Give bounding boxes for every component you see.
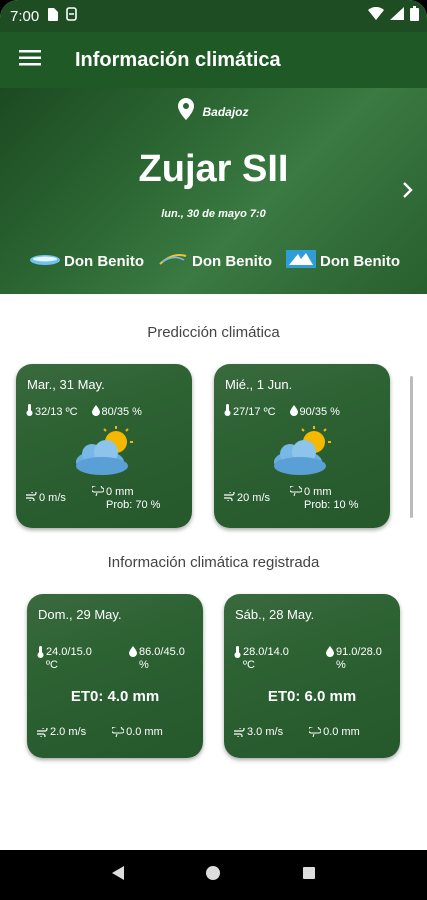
station-header: Badajoz Zujar SII lun., 30 de mayo 7:0 D… xyxy=(0,88,427,294)
registered-card[interactable]: Sáb., 28 May. 28.0/14.0 ºC 91.0/28.0 % E… xyxy=(224,594,400,758)
status-bar: 7:00 xyxy=(0,0,427,32)
forecast-probability: Prob: 70 % xyxy=(106,499,161,511)
forecast-wind: 0 m/s xyxy=(39,492,66,504)
rain-icon xyxy=(90,484,105,512)
registered-stats: 28.0/14.0 ºC 91.0/28.0 % xyxy=(234,646,394,672)
rain-icon xyxy=(112,727,125,737)
forecast-card[interactable]: Mar., 31 May. 32/13 ºC 80/35 % 0 m/s 0 m… xyxy=(16,364,192,528)
logo-label: Don Benito xyxy=(320,252,400,270)
forecast-temperature: 32/13 ºC xyxy=(35,405,78,418)
registered-date: Sáb., 28 May. xyxy=(235,607,315,622)
location-label: Badajoz xyxy=(202,104,249,119)
horizontal-scroll-indicator xyxy=(410,376,413,518)
logo-label: Don Benito xyxy=(64,252,144,270)
rain-icon xyxy=(288,484,303,512)
wind-icon xyxy=(224,490,235,504)
forecast-wind: 20 m/s xyxy=(237,492,271,504)
recents-square-icon xyxy=(302,866,316,885)
home-button[interactable] xyxy=(198,860,228,890)
hamburger-icon xyxy=(19,49,41,71)
forecast-humidity: 80/35 % xyxy=(101,405,142,418)
humidity-drop-icon xyxy=(129,646,137,660)
wind-icon xyxy=(234,727,245,737)
logo-label: Don Benito xyxy=(192,252,272,270)
forecast-card[interactable]: Mié., 1 Jun. 27/17 ºC 90/35 % 20 m/s 0 m… xyxy=(214,364,390,528)
forecast-precip: 0 mm xyxy=(106,486,134,498)
logo-item: Don Benito xyxy=(30,253,144,270)
station-name: Zujar SII xyxy=(138,148,289,190)
registered-humidity: 91.0/28.0 % xyxy=(336,646,382,671)
registered-date: Dom., 29 May. xyxy=(38,607,122,622)
signal-icon xyxy=(390,7,404,24)
back-button[interactable] xyxy=(103,860,133,890)
registered-card[interactable]: Dom., 29 May. 24.0/15.0 ºC 86.0/45.0 % E… xyxy=(27,594,203,758)
app-title: Información climática xyxy=(75,48,281,71)
sun-cloud-icon xyxy=(270,426,332,478)
storage-icon xyxy=(66,7,78,25)
registered-stats: 24.0/15.0 ºC 86.0/45.0 % xyxy=(37,646,197,672)
forecast-stats: 32/13 ºC 80/35 % xyxy=(26,404,142,419)
location-row: Badajoz xyxy=(0,98,427,125)
forecast-date: Mié., 1 Jun. xyxy=(225,377,293,392)
recents-button[interactable] xyxy=(294,860,324,890)
registered-precip: 0.0 mm xyxy=(323,726,360,738)
wind-icon xyxy=(26,490,37,504)
logo-item: Don Benito xyxy=(158,252,272,270)
station-datetime: lun., 30 de mayo 7:0 xyxy=(161,208,266,220)
home-circle-icon xyxy=(205,865,221,886)
registered-eto: ET0: 6.0 mm xyxy=(267,688,357,705)
logos-row: Don Benito Don Benito Don Benito xyxy=(30,250,400,272)
location-pin-icon xyxy=(178,98,195,125)
registered-precip: 0.0 mm xyxy=(126,726,163,738)
sim-card-icon xyxy=(47,7,59,25)
forecast-temperature: 27/17 ºC xyxy=(233,405,276,418)
chevron-right-icon xyxy=(401,182,415,204)
forecast-humidity: 90/35 % xyxy=(299,405,340,418)
wifi-icon xyxy=(368,6,384,24)
rain-icon xyxy=(309,727,322,737)
registered-temperature: 24.0/15.0 ºC xyxy=(46,646,92,671)
registered-bottom: 2.0 m/s 0.0 mm xyxy=(37,726,197,738)
thermometer-icon xyxy=(37,646,44,661)
menu-button[interactable] xyxy=(0,32,60,88)
sun-cloud-icon xyxy=(72,426,134,478)
system-nav-bar xyxy=(0,850,427,900)
logo-graphic-3 xyxy=(286,250,316,272)
forecast-date: Mar., 31 May. xyxy=(27,377,105,392)
registered-section-title: Información climática registrada xyxy=(107,554,320,571)
thermometer-icon xyxy=(224,404,231,419)
humidity-drop-icon xyxy=(289,404,298,419)
thermometer-icon xyxy=(26,404,33,419)
forecast-probability: Prob: 10 % xyxy=(304,499,359,511)
status-time: 7:00 xyxy=(10,7,40,25)
app-bar: Información climática xyxy=(0,32,427,88)
registered-temperature: 28.0/14.0 ºC xyxy=(243,646,289,671)
humidity-drop-icon xyxy=(91,404,100,419)
forecast-stats: 27/17 ºC 90/35 % xyxy=(224,404,340,419)
forecast-precip: 0 mm xyxy=(304,486,332,498)
registered-eto: ET0: 4.0 mm xyxy=(70,688,160,705)
logo-item: Don Benito xyxy=(286,250,400,272)
wind-icon xyxy=(37,727,48,737)
registered-wind: 2.0 m/s xyxy=(50,726,87,738)
logo-graphic-1 xyxy=(30,253,60,270)
registered-wind: 3.0 m/s xyxy=(247,726,284,738)
prediction-section-title: Predicción climática xyxy=(147,324,280,341)
registered-bottom: 3.0 m/s 0.0 mm xyxy=(234,726,394,738)
phone-screen: 7:00 Información climática Badajoz Zujar… xyxy=(0,0,427,900)
back-triangle-icon xyxy=(111,865,125,886)
humidity-drop-icon xyxy=(326,646,334,660)
battery-icon xyxy=(410,6,419,25)
logo-graphic-2 xyxy=(158,252,188,270)
next-station-button[interactable] xyxy=(401,180,421,204)
registered-humidity: 86.0/45.0 % xyxy=(139,646,185,671)
thermometer-icon xyxy=(234,646,241,661)
